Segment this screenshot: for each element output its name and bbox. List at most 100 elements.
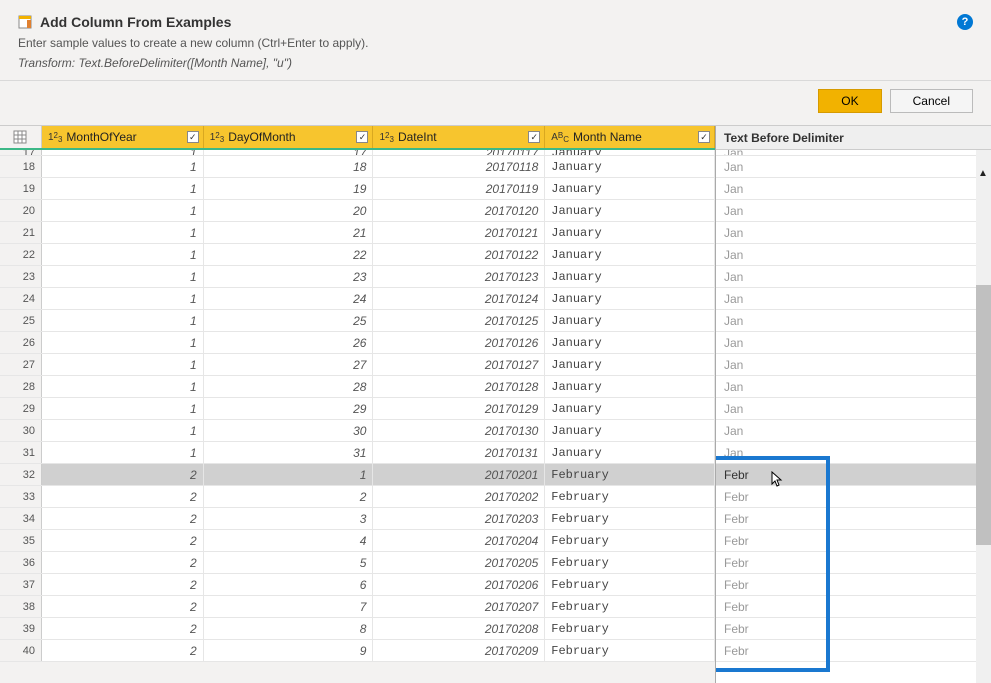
ok-button[interactable]: OK	[818, 89, 881, 113]
example-input-cell[interactable]: Jan	[716, 398, 991, 420]
table-row[interactable]: 2612620170126January	[0, 332, 715, 354]
cell-dayofmonth[interactable]: 22	[204, 244, 374, 265]
table-row[interactable]: 322120170201February	[0, 464, 715, 486]
cell-dateint[interactable]: 20170124	[373, 288, 545, 309]
cell-monthofyear[interactable]: 1	[42, 398, 204, 419]
cell-monthofyear[interactable]: 2	[42, 574, 204, 595]
cell-dateint[interactable]: 20170201	[373, 464, 545, 485]
cell-dateint[interactable]: 20170206	[373, 574, 545, 595]
example-input-cell[interactable]: Jan	[716, 222, 991, 244]
cell-monthname[interactable]: January	[545, 222, 715, 243]
table-row[interactable]: 392820170208February	[0, 618, 715, 640]
cell-monthofyear[interactable]: 2	[42, 464, 204, 485]
cell-dateint[interactable]: 20170117	[373, 150, 545, 155]
column-header-monthname[interactable]: ABC Month Name ✓	[545, 126, 715, 148]
cell-dayofmonth[interactable]: 3	[204, 508, 374, 529]
table-row[interactable]: 2812820170128January	[0, 376, 715, 398]
cell-monthname[interactable]: February	[545, 640, 715, 661]
cell-monthname[interactable]: January	[545, 150, 715, 155]
cell-dayofmonth[interactable]: 4	[204, 530, 374, 551]
cell-monthname[interactable]: February	[545, 596, 715, 617]
cell-dateint[interactable]: 20170205	[373, 552, 545, 573]
cell-dayofmonth[interactable]: 29	[204, 398, 374, 419]
cell-monthname[interactable]: January	[545, 156, 715, 177]
example-input-cell[interactable]: Jan	[716, 288, 991, 310]
cell-monthname[interactable]: February	[545, 618, 715, 639]
table-row[interactable]: 2712720170127January	[0, 354, 715, 376]
table-row[interactable]: 2112120170121January	[0, 222, 715, 244]
table-row[interactable]: 2412420170124January	[0, 288, 715, 310]
scroll-up-arrow[interactable]: ▲	[978, 168, 988, 179]
example-input-cell[interactable]: Jan	[716, 442, 991, 464]
cell-monthofyear[interactable]: 1	[42, 288, 204, 309]
example-input-cell[interactable]: Febr	[716, 618, 991, 640]
cell-monthofyear[interactable]: 2	[42, 640, 204, 661]
cell-monthofyear[interactable]: 2	[42, 596, 204, 617]
table-row[interactable]: 2212220170122January	[0, 244, 715, 266]
table-row[interactable]: 1811820170118January	[0, 156, 715, 178]
cell-monthname[interactable]: January	[545, 398, 715, 419]
example-input-cell[interactable]: Febr	[716, 596, 991, 618]
cell-dayofmonth[interactable]: 25	[204, 310, 374, 331]
scroll-thumb[interactable]	[976, 285, 991, 545]
cell-monthofyear[interactable]: 1	[42, 244, 204, 265]
example-input-cell[interactable]: Jan	[716, 200, 991, 222]
example-input-cell[interactable]: Febr	[716, 464, 991, 486]
cell-dateint[interactable]: 20170125	[373, 310, 545, 331]
table-row[interactable]: 402920170209February	[0, 640, 715, 662]
example-input-cell[interactable]: Febr	[716, 486, 991, 508]
cell-dateint[interactable]: 20170131	[373, 442, 545, 463]
cell-dateint[interactable]: 20170128	[373, 376, 545, 397]
table-row[interactable]: 382720170207February	[0, 596, 715, 618]
table-row[interactable]: 332220170202February	[0, 486, 715, 508]
cell-monthname[interactable]: January	[545, 244, 715, 265]
column-checkbox[interactable]: ✓	[187, 131, 199, 143]
cell-dateint[interactable]: 20170118	[373, 156, 545, 177]
cell-monthofyear[interactable]: 2	[42, 618, 204, 639]
example-input-cell[interactable]: Jan	[716, 354, 991, 376]
cell-monthofyear[interactable]: 1	[42, 150, 204, 155]
cell-dateint[interactable]: 20170129	[373, 398, 545, 419]
cell-monthname[interactable]: January	[545, 178, 715, 199]
column-checkbox[interactable]: ✓	[528, 131, 540, 143]
cell-dayofmonth[interactable]: 18	[204, 156, 374, 177]
cell-monthname[interactable]: January	[545, 376, 715, 397]
table-row[interactable]: 1911920170119January	[0, 178, 715, 200]
cell-dayofmonth[interactable]: 8	[204, 618, 374, 639]
cell-monthname[interactable]: February	[545, 508, 715, 529]
cell-monthname[interactable]: February	[545, 574, 715, 595]
cell-dateint[interactable]: 20170209	[373, 640, 545, 661]
cell-dateint[interactable]: 20170126	[373, 332, 545, 353]
table-row[interactable]: 372620170206February	[0, 574, 715, 596]
example-input-cell[interactable]: Jan	[716, 156, 991, 178]
example-input-cell[interactable]: Jan	[716, 376, 991, 398]
table-row[interactable]: 362520170205February	[0, 552, 715, 574]
table-row[interactable]: 3113120170131January	[0, 442, 715, 464]
cell-dateint[interactable]: 20170130	[373, 420, 545, 441]
cell-dayofmonth[interactable]: 5	[204, 552, 374, 573]
table-row[interactable]: 2912920170129January	[0, 398, 715, 420]
cell-monthname[interactable]: January	[545, 310, 715, 331]
cell-dayofmonth[interactable]: 21	[204, 222, 374, 243]
table-row[interactable]: 2512520170125January	[0, 310, 715, 332]
cell-monthofyear[interactable]: 1	[42, 354, 204, 375]
example-input-cell[interactable]: Jan	[716, 420, 991, 442]
cell-dateint[interactable]: 20170122	[373, 244, 545, 265]
cell-monthofyear[interactable]: 2	[42, 552, 204, 573]
cell-dateint[interactable]: 20170203	[373, 508, 545, 529]
cell-dayofmonth[interactable]: 17	[204, 150, 374, 155]
example-input-cell[interactable]: Febr	[716, 574, 991, 596]
cell-monthofyear[interactable]: 1	[42, 178, 204, 199]
cell-dayofmonth[interactable]: 6	[204, 574, 374, 595]
cell-monthname[interactable]: January	[545, 354, 715, 375]
cell-dayofmonth[interactable]: 7	[204, 596, 374, 617]
example-input-cell[interactable]: Jan	[716, 178, 991, 200]
cell-dateint[interactable]: 20170119	[373, 178, 545, 199]
cell-dateint[interactable]: 20170120	[373, 200, 545, 221]
column-header-dateint[interactable]: 123 DateInt ✓	[373, 126, 545, 148]
column-header-dayofmonth[interactable]: 123 DayOfMonth ✓	[204, 126, 374, 148]
example-input-cell[interactable]: Jan	[716, 310, 991, 332]
cell-monthname[interactable]: January	[545, 442, 715, 463]
cell-monthname[interactable]: February	[545, 530, 715, 551]
cell-dayofmonth[interactable]: 31	[204, 442, 374, 463]
